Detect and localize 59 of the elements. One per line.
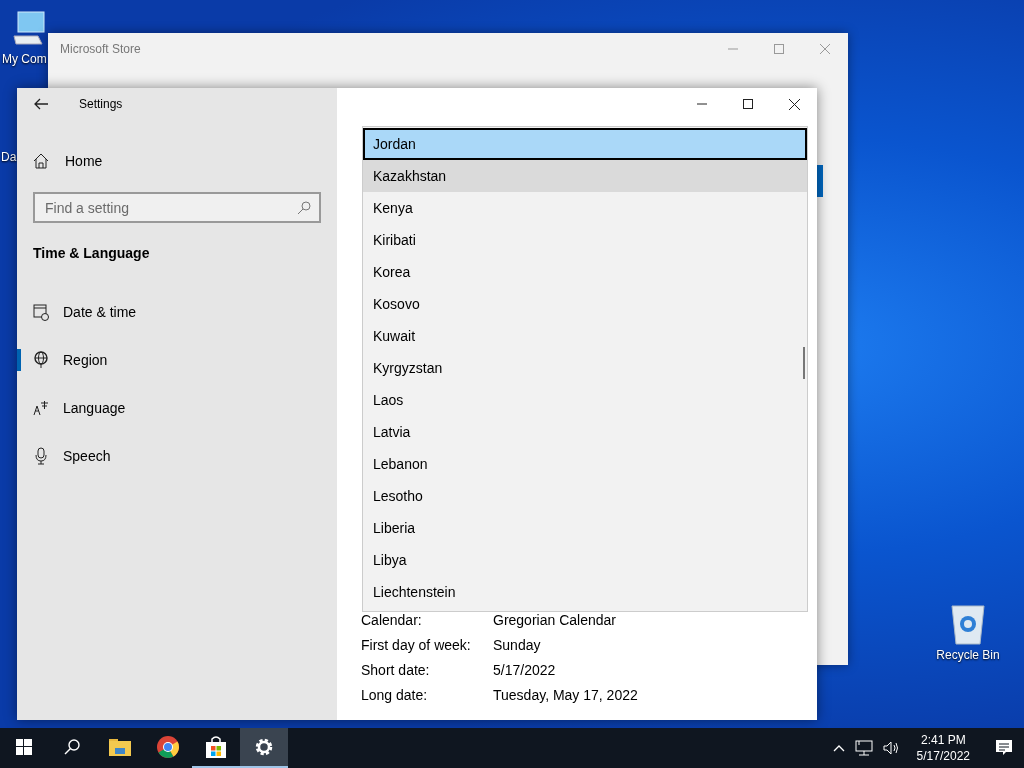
detail-label: Calendar: (361, 611, 423, 629)
list-option[interactable]: Libya (363, 544, 807, 576)
list-option[interactable]: Latvia (363, 416, 807, 448)
nav-item[interactable]: Language (17, 384, 337, 432)
clock[interactable]: 2:41 PM 5/17/2022 (910, 732, 976, 764)
window-title: Microsoft Store (60, 42, 142, 56)
list-option[interactable]: Kyrgyzstan (363, 352, 807, 384)
nav-item[interactable]: Region (17, 336, 337, 384)
folder-icon (109, 738, 131, 756)
section-heading: Time & Language (33, 245, 151, 263)
network-icon[interactable] (854, 740, 873, 756)
list-option[interactable]: Liechtenstein (363, 576, 807, 608)
globe-icon (33, 351, 49, 369)
windows-logo-icon (16, 739, 32, 755)
gear-icon (254, 737, 274, 757)
window-title: Settings (79, 97, 123, 111)
shopping-bag-icon (205, 736, 227, 758)
close-icon (788, 98, 800, 110)
home-icon (33, 153, 49, 169)
detail-value: 5/17/2022 (493, 661, 557, 679)
detail-label: First day of week: (361, 636, 472, 654)
icon-label: Da (1, 150, 17, 164)
maximize-icon (743, 99, 753, 109)
recycle-bin-icon[interactable] (948, 602, 988, 646)
list-option[interactable]: Korea (363, 256, 807, 288)
search-field[interactable]: Find a setting (33, 192, 321, 223)
list-option[interactable]: Jordan (363, 128, 807, 160)
list-option[interactable]: Lebanon (363, 448, 807, 480)
back-arrow-icon (34, 98, 48, 110)
language-icon (33, 399, 49, 417)
volume-icon[interactable] (882, 740, 901, 756)
list-option[interactable]: Laos (363, 384, 807, 416)
search-icon (297, 201, 311, 215)
detail-value: Tuesday, May 17, 2022 (493, 686, 639, 704)
detail-value: Sunday (493, 636, 542, 654)
chevron-up-icon[interactable] (832, 744, 845, 752)
close-icon (820, 44, 830, 54)
list-option[interactable]: Kuwait (363, 320, 807, 352)
list-option[interactable]: Kenya (363, 192, 807, 224)
nav-item[interactable]: Speech (17, 432, 337, 480)
calendar-clock-icon (33, 303, 49, 321)
icon-label: My Com (2, 52, 47, 66)
list-option[interactable]: Lesotho (363, 480, 807, 512)
chrome-icon (157, 736, 179, 758)
icon-label: Recycle Bin (936, 648, 1000, 662)
home-link[interactable]: Home (17, 141, 337, 181)
nav-item[interactable]: Date & time (17, 288, 337, 336)
microphone-icon (33, 447, 49, 465)
taskbar-button[interactable] (240, 728, 288, 768)
maximize-icon (774, 44, 784, 54)
detail-label: Short date: (361, 661, 431, 679)
detail-value: Gregorian Calendar (493, 611, 617, 629)
scrollbar-thumb[interactable] (803, 347, 805, 379)
list-option[interactable]: Kiribati (363, 224, 807, 256)
detail-label: Long date: (361, 686, 429, 704)
list-option[interactable]: Kazakhstan (363, 160, 807, 192)
list-option[interactable]: Liberia (363, 512, 807, 544)
list-option[interactable]: Kosovo (363, 288, 807, 320)
search-icon (64, 739, 80, 755)
